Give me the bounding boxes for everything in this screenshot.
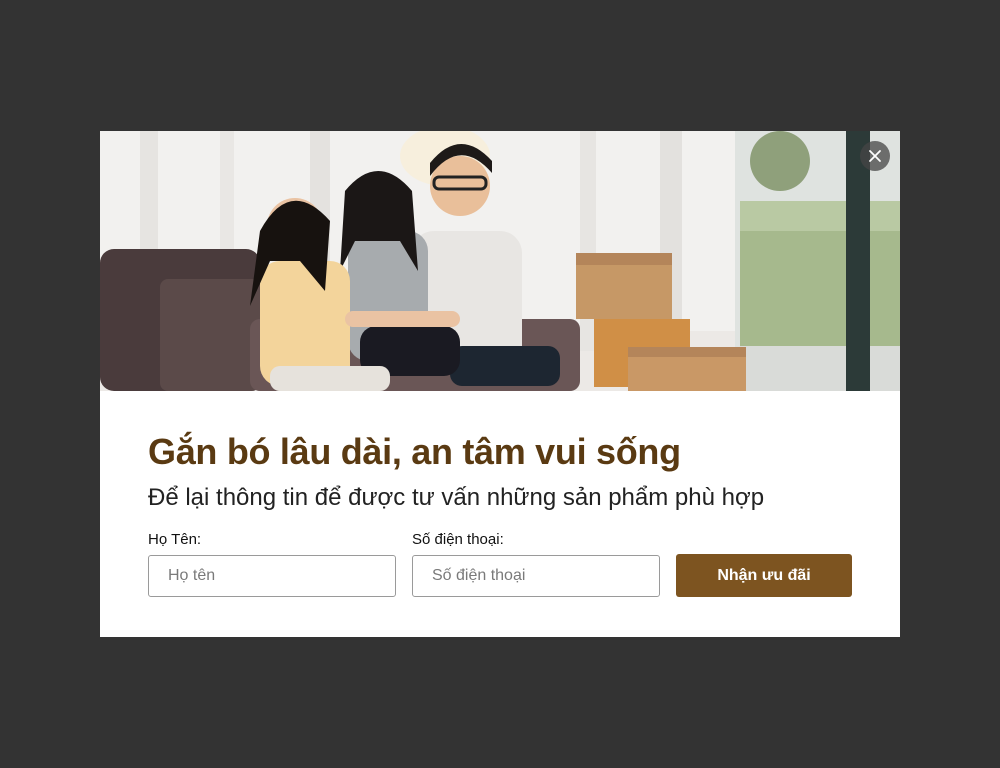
submit-button[interactable]: Nhận ưu đãi bbox=[676, 554, 852, 597]
signup-modal: Gắn bó lâu dài, an tâm vui sống Để lại t… bbox=[100, 131, 900, 637]
modal-title: Gắn bó lâu dài, an tâm vui sống bbox=[148, 431, 681, 472]
signup-form: Họ Tên: Số điện thoại: Nhận ưu đãi bbox=[148, 531, 852, 597]
hero-image bbox=[100, 131, 900, 391]
name-label: Họ Tên: bbox=[148, 531, 202, 548]
name-input[interactable] bbox=[148, 555, 396, 597]
family-photo bbox=[100, 131, 900, 391]
phone-input[interactable] bbox=[412, 555, 660, 597]
close-button[interactable] bbox=[860, 141, 890, 171]
modal-subtitle: Để lại thông tin để được tư vấn những sả… bbox=[148, 484, 765, 511]
close-icon bbox=[869, 150, 881, 162]
name-field-group: Họ Tên: bbox=[148, 531, 396, 597]
modal-content: Gắn bó lâu dài, an tâm vui sống Để lại t… bbox=[100, 391, 900, 597]
phone-label: Số điện thoại: bbox=[412, 531, 504, 548]
phone-field-group: Số điện thoại: bbox=[412, 531, 660, 597]
